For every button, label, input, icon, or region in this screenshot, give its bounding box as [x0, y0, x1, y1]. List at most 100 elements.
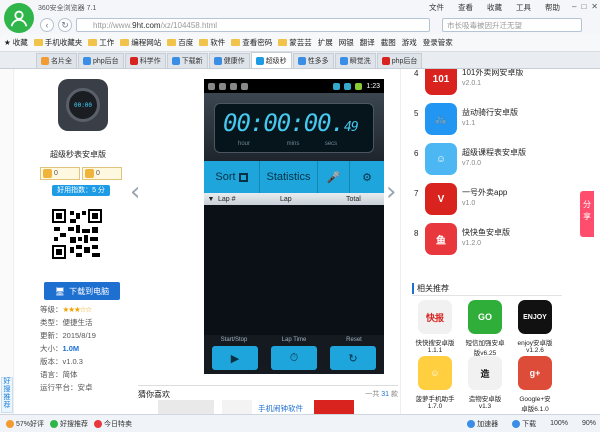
- menu-view[interactable]: 查看: [458, 2, 473, 13]
- refresh-icon[interactable]: ↻: [58, 18, 72, 32]
- meta-version: 版本：v1.0.3: [40, 357, 83, 366]
- url-input[interactable]: http://www.9ht.com/xz/104458.html: [76, 18, 430, 32]
- tab-bar: 名片全 php后台 科学作 下载新 健康作 超级秒 性多多 瞬觉洗 php后台: [0, 52, 600, 69]
- recommend-item[interactable]: g+ Google+安 卓版6.1.0: [512, 356, 558, 414]
- recommend-name: 造物安卓版: [468, 396, 502, 403]
- bookmark-item[interactable]: 翻译: [360, 37, 375, 48]
- bookmark-item[interactable]: 登录管家: [423, 37, 453, 48]
- menu-file[interactable]: 文件: [429, 2, 444, 13]
- tab-active[interactable]: 超级秒: [250, 52, 292, 68]
- rank-app-name: 一号外卖app: [462, 188, 508, 197]
- tab[interactable]: 下载新: [166, 53, 208, 68]
- app-icon: ☺: [425, 143, 457, 175]
- statistics-button[interactable]: Statistics: [260, 161, 318, 193]
- bookmark-item[interactable]: 截图: [381, 37, 396, 48]
- menu-tools[interactable]: 工具: [516, 2, 531, 13]
- meta-update: 更新：2015/8/19: [40, 331, 96, 340]
- recommend-item[interactable]: GO 短信加强安卓 版v6.25: [462, 300, 508, 360]
- stopwatch-icon[interactable]: ⏱: [271, 346, 317, 370]
- bookmark-item[interactable]: 编程网站: [120, 37, 161, 48]
- tab-favicon-icon: [83, 57, 91, 65]
- recommend-divider: [412, 295, 562, 296]
- status-volume[interactable]: 90%: [582, 419, 596, 429]
- smile-icon: [6, 419, 14, 428]
- tab[interactable]: php后台: [78, 53, 124, 68]
- rank-item[interactable]: 6 ☺ 超级课程表安卓版 v7.0.0: [412, 143, 562, 183]
- vote-down-button[interactable]: 0: [82, 167, 122, 180]
- status-zoom[interactable]: 100%: [550, 419, 568, 429]
- bookmark-item[interactable]: 百度: [167, 37, 193, 48]
- share-button[interactable]: 分享: [580, 191, 594, 237]
- microphone-icon[interactable]: 🎤: [318, 161, 350, 193]
- recommend-version: 卓版6.1.0: [521, 406, 549, 413]
- rank-item[interactable]: 5 🚲 益动骑行安卓版 v1.1: [412, 103, 562, 143]
- menu-favorites[interactable]: 收藏: [487, 2, 502, 13]
- search-input[interactable]: 市长吸毒被因升迁无望: [442, 18, 582, 32]
- gear-icon[interactable]: ⚙: [350, 161, 384, 193]
- guess-thumb[interactable]: [158, 400, 214, 414]
- next-screenshot-icon[interactable]: ›: [386, 177, 396, 207]
- tab[interactable]: 科学作: [124, 53, 166, 68]
- menu-help[interactable]: 帮助: [545, 2, 560, 13]
- bookmark-item[interactable]: 软件: [199, 37, 225, 48]
- bookmark-item[interactable]: 蒙芸芸: [278, 37, 312, 48]
- bicycle-app-icon: 🚲: [425, 103, 457, 135]
- tab[interactable]: php后台: [376, 53, 423, 68]
- vote-up-button[interactable]: 0: [40, 167, 80, 180]
- minimize-icon[interactable]: –: [572, 2, 576, 11]
- status-sale[interactable]: 今日特卖: [94, 419, 132, 429]
- fish-app-icon: 鱼: [425, 223, 457, 255]
- tab[interactable]: 性多多: [292, 53, 334, 68]
- tab-favicon-icon: [381, 57, 390, 65]
- bookmarks-bar: ★ 收藏 手机收藏夹 工作 编程网站 百度 软件 查看密码 蒙芸芸 扩展 网银 翻…: [0, 34, 600, 52]
- bookmark-item[interactable]: 游戏: [402, 37, 417, 48]
- status-bar: 57%好评 好搜推荐 今日特卖 加速器 下载 100% 90%: [0, 414, 600, 432]
- tab[interactable]: 瞬觉洗: [334, 53, 376, 68]
- recommend-version: 1.7.0: [427, 403, 443, 410]
- prev-screenshot-icon[interactable]: ‹: [130, 177, 140, 207]
- app-icon: 快报: [418, 300, 452, 334]
- guess-link[interactable]: 手机闹钟软件: [258, 403, 303, 414]
- bookmark-favorites[interactable]: ★ 收藏: [4, 37, 28, 48]
- tab-favicon-icon: [255, 56, 264, 65]
- guess-thumb[interactable]: [314, 400, 354, 414]
- back-icon[interactable]: ‹: [40, 18, 54, 32]
- recommend-item[interactable]: ENJOY enjoy安卓版 v1.2.6: [512, 300, 558, 360]
- guess-title: 猜你喜欢: [138, 390, 170, 399]
- bookmark-item[interactable]: 手机收藏夹: [33, 37, 82, 48]
- rank-item[interactable]: 4 101 101外卖网安卓版 v2.0.1: [412, 69, 562, 103]
- recommend-item[interactable]: 快报 快快搜安卓版 1.1.1: [412, 300, 458, 360]
- meta-type: 类型：便捷生活: [40, 318, 93, 327]
- status-accelerator[interactable]: 加速器: [467, 419, 498, 429]
- window-controls: – □ ✕: [572, 2, 598, 11]
- recommend-item[interactable]: ☺ 菠萝手机助手 1.7.0: [412, 356, 458, 414]
- bookmark-item[interactable]: 工作: [88, 37, 114, 48]
- google-plus-icon: g+: [518, 356, 552, 390]
- bookmark-item[interactable]: 扩展: [318, 37, 333, 48]
- bookmark-item[interactable]: 网银: [339, 37, 354, 48]
- search-icon: [50, 419, 59, 428]
- stopwatch-face-icon: 00:00: [66, 88, 100, 122]
- meta-platform: 运行平台：安卓: [40, 383, 93, 392]
- recommend-item[interactable]: 造 造物安卓版 v1.3: [462, 356, 508, 414]
- user-avatar-icon[interactable]: [4, 3, 34, 33]
- bookmark-item[interactable]: 查看密码: [231, 37, 272, 48]
- maximize-icon[interactable]: □: [581, 2, 586, 11]
- page-content: 好搜推荐 00:00 超级秒表安卓版 0 0 好用指数：5 分 🖥 下载到电脑 等…: [0, 69, 600, 414]
- reset-icon[interactable]: ↻: [330, 346, 376, 370]
- side-recommend-tag[interactable]: 好搜推荐: [1, 377, 13, 413]
- status-rating[interactable]: 57%好评: [6, 419, 44, 429]
- tab[interactable]: 名片全: [36, 53, 77, 68]
- reset-label: Reset: [346, 337, 362, 343]
- tab[interactable]: 健康作: [208, 53, 250, 68]
- sort-button[interactable]: Sort: [204, 161, 260, 193]
- lap-time-label: Lap Time: [281, 337, 307, 343]
- status-download[interactable]: 下载: [512, 419, 536, 429]
- rank-item[interactable]: 8 鱼 快快鱼安卓版 v1.2.0: [412, 223, 562, 263]
- download-to-pc-button[interactable]: 🖥 下载到电脑: [44, 282, 120, 300]
- play-icon[interactable]: ▶: [212, 346, 258, 370]
- status-recommend[interactable]: 好搜推荐: [50, 419, 88, 429]
- rank-item[interactable]: 7 V 一号外卖app v1.0: [412, 183, 562, 223]
- close-icon[interactable]: ✕: [591, 2, 598, 11]
- guess-thumb[interactable]: [222, 400, 252, 414]
